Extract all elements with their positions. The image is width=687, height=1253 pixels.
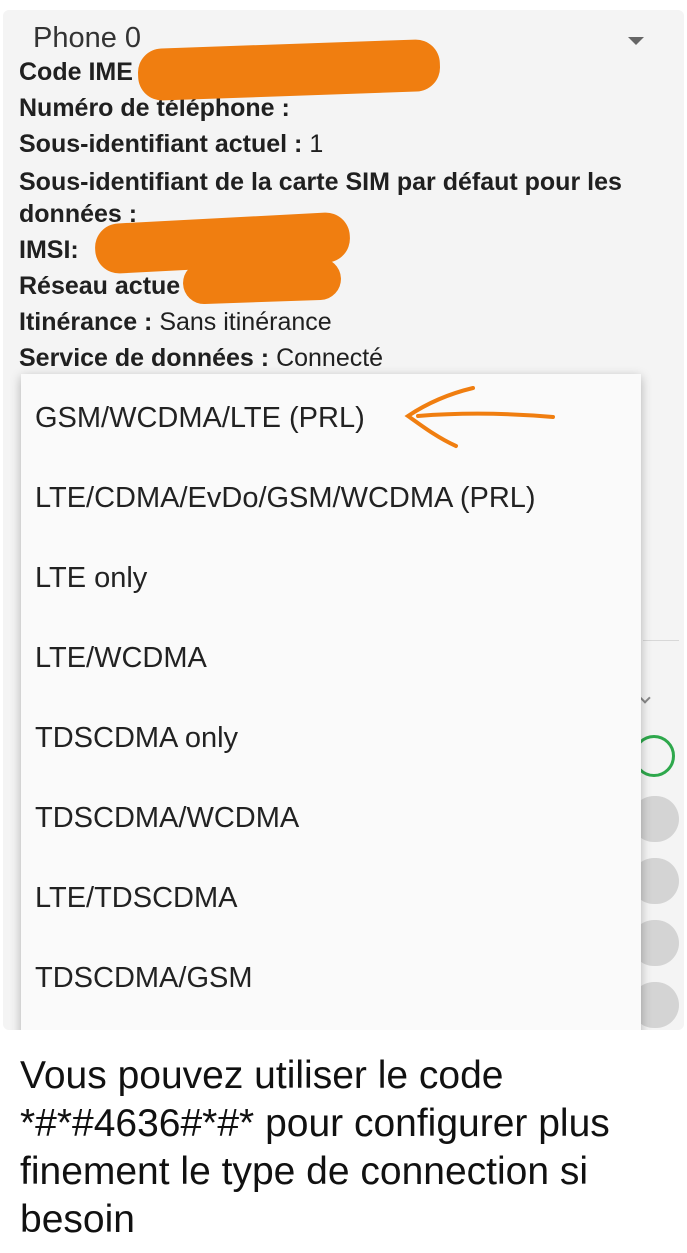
- menu-item-lte-tdscdma[interactable]: LTE/TDSCDMA: [35, 882, 237, 915]
- roaming-label: Itinérance :: [19, 308, 153, 336]
- menu-item-gsm-wcdma-lte-prl[interactable]: GSM/WCDMA/LTE (PRL): [35, 402, 365, 435]
- menu-item-lte-wcdma[interactable]: LTE/WCDMA: [35, 642, 207, 675]
- sub-id-row: Sous-identifiant actuel : 1: [19, 130, 323, 159]
- data-service-value: Connecté: [276, 344, 384, 372]
- sub-id-label: Sous-identifiant actuel :: [19, 130, 303, 158]
- sub-id-value: 1: [309, 130, 324, 158]
- phone-selector[interactable]: Phone 0: [33, 22, 141, 55]
- default-sim-label: Sous-identifiant de la carte SIM par déf…: [19, 168, 622, 196]
- network-row: Réseau actue: [19, 272, 180, 301]
- imsi-row: IMSI:: [19, 236, 79, 265]
- caption-text: Vous pouvez utiliser le code *#*#4636#*#…: [20, 1054, 610, 1241]
- data-service-label: Service de données :: [19, 344, 270, 372]
- chevron-down-icon[interactable]: [628, 37, 644, 45]
- redaction-mark: [182, 257, 342, 305]
- default-sim-row: Sous-identifiant de la carte SIM par déf…: [19, 168, 622, 197]
- data-service-row: Service de données : Connecté: [19, 344, 383, 373]
- chevron-down-icon[interactable]: [639, 692, 651, 704]
- network-label: Réseau actue: [19, 272, 181, 300]
- menu-item-tdscdma-gsm[interactable]: TDSCDMA/GSM: [35, 962, 253, 995]
- menu-item-tdscdma-wcdma[interactable]: TDSCDMA/WCDMA: [35, 802, 299, 835]
- imei-label: Code IME: [19, 58, 133, 86]
- divider: [643, 640, 679, 641]
- roaming-row: Itinérance : Sans itinérance: [19, 308, 332, 337]
- imsi-label: IMSI:: [19, 236, 79, 264]
- menu-item-lte-cdma-evdo-gsm-wcdma-prl[interactable]: LTE/CDMA/EvDo/GSM/WCDMA (PRL): [35, 482, 536, 515]
- redaction-mark: [137, 38, 441, 102]
- annotation-arrow-icon: [404, 386, 555, 448]
- settings-screenshot: Phone 0 Code IME Numéro de téléphone : S…: [3, 10, 684, 1030]
- menu-item-lte-only[interactable]: LTE only: [35, 562, 147, 595]
- menu-item-tdscdma-only[interactable]: TDSCDMA only: [35, 722, 238, 755]
- network-type-dropdown: GSM/WCDMA/LTE (PRL) LTE/CDMA/EvDo/GSM/WC…: [21, 374, 641, 1030]
- imei-row: Code IME: [19, 58, 133, 87]
- roaming-value: Sans itinérance: [159, 308, 332, 336]
